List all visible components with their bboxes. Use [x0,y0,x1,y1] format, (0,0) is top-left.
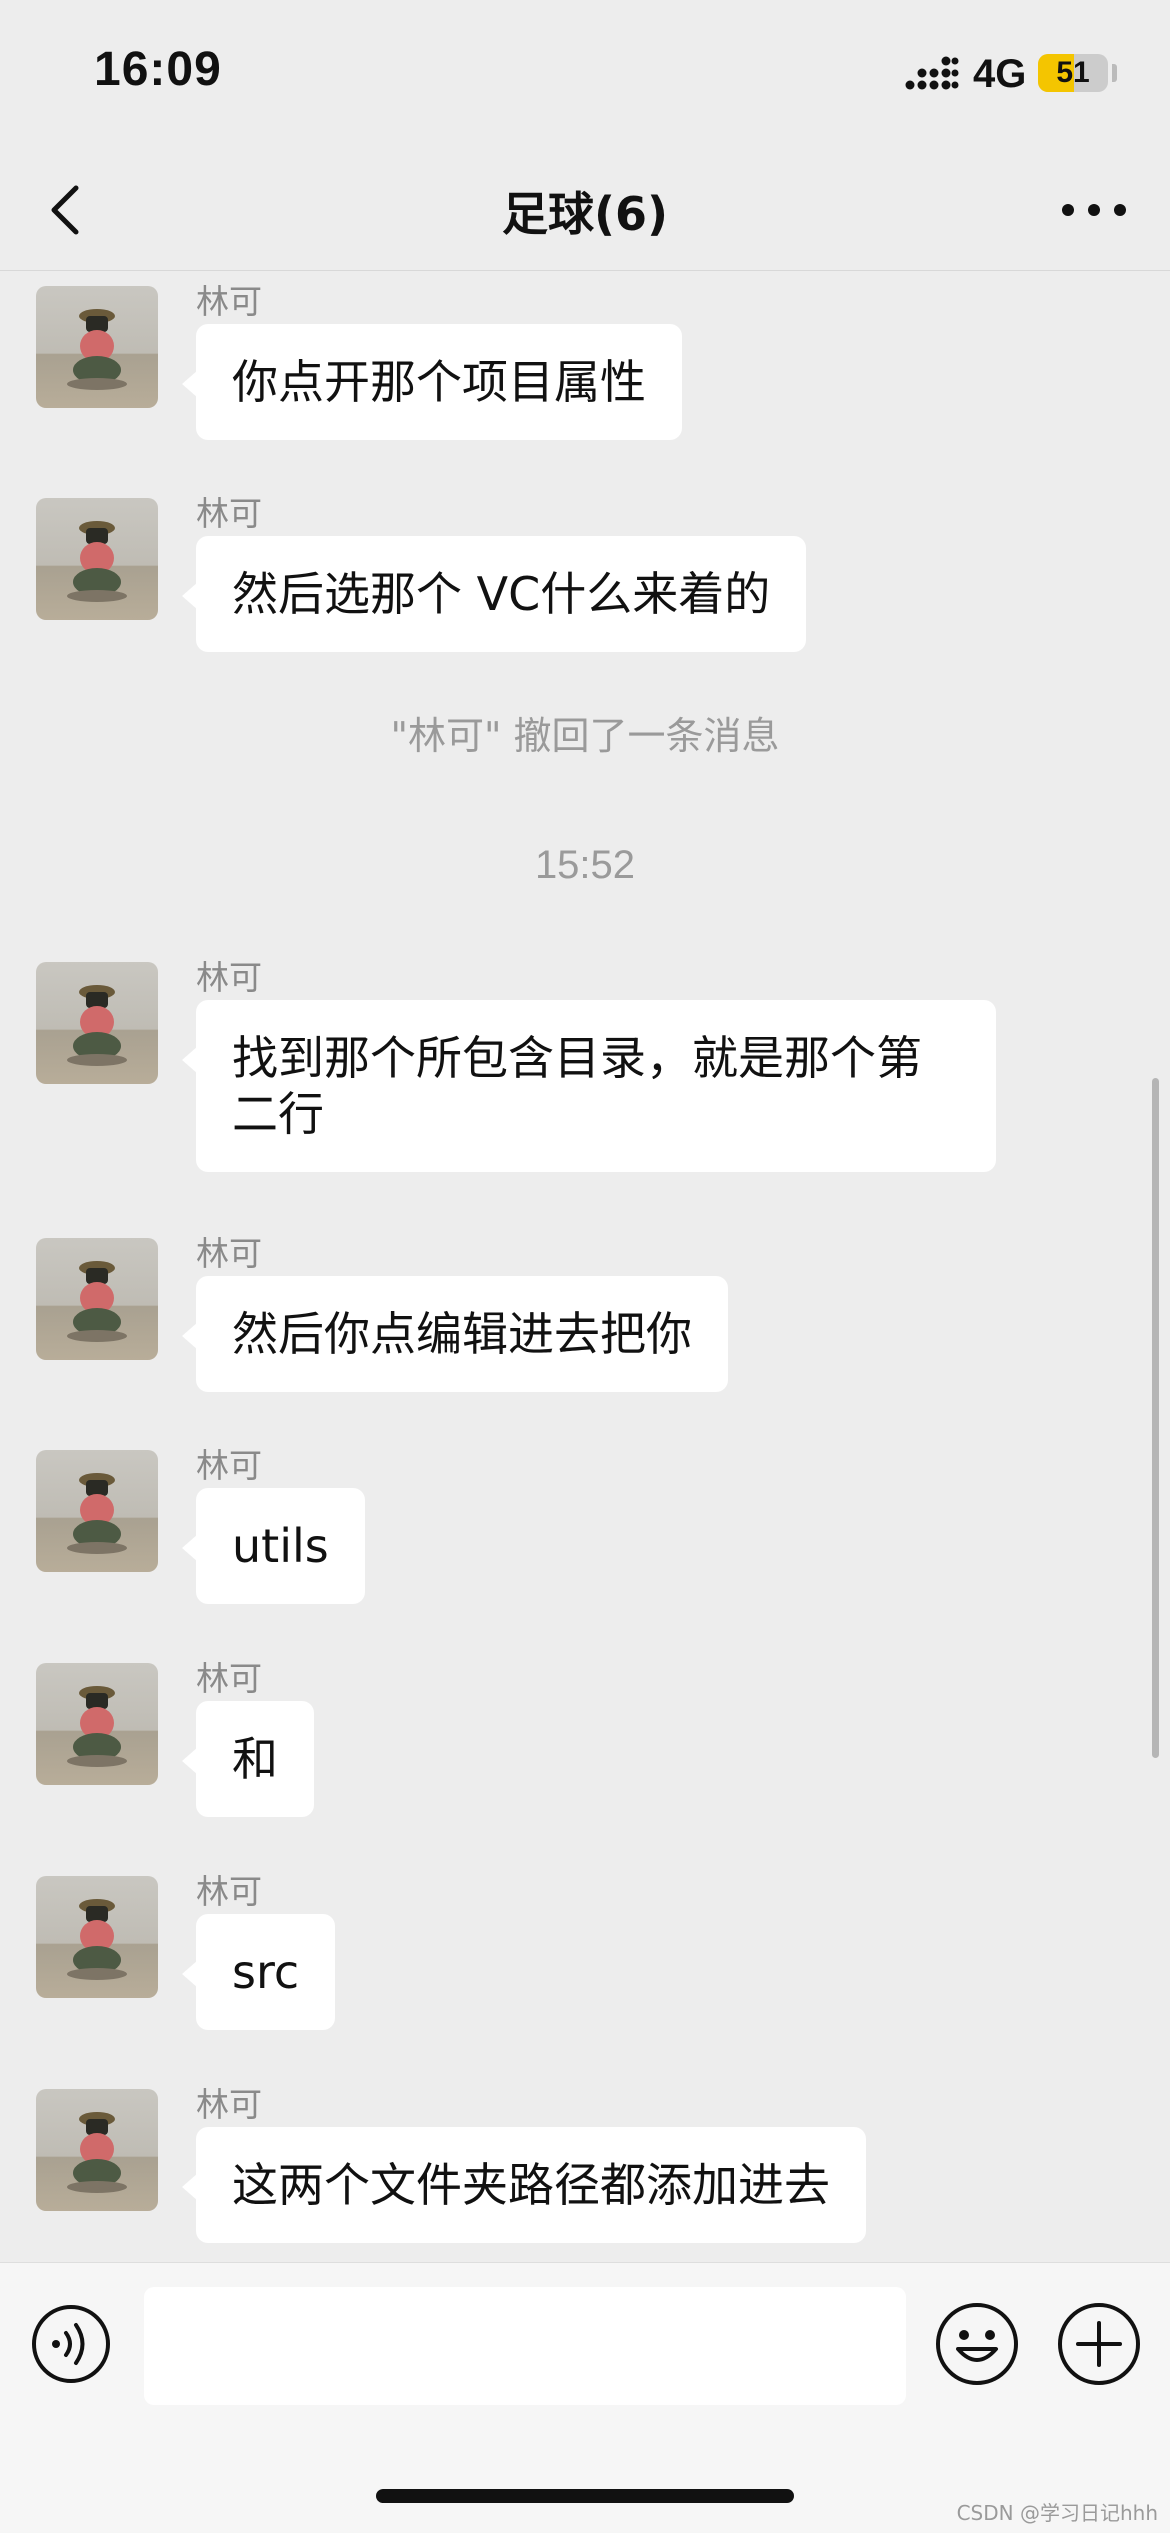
battery-cap [1112,64,1117,82]
voice-button[interactable] [30,2303,112,2385]
network-type: 4G [973,52,1027,96]
avatar-figure-icon [67,309,127,390]
emoji-icon [936,2303,1018,2385]
chat-title: 足球(6) [501,187,669,241]
sender-name: 林可 [196,2085,262,2124]
avatar[interactable] [36,498,158,620]
avatar-figure-icon [67,521,127,602]
message-bubble[interactable]: 找到那个所包含目录，就是那个第二行 [182,1000,996,1172]
avatar-figure-icon [67,1473,127,1554]
avatar-figure-icon [67,1899,127,1980]
sender-name: 林可 [196,1234,262,1273]
avatar-figure-icon [67,1686,127,1767]
avatar[interactable] [36,2089,158,2211]
avatar-figure-icon [67,2112,127,2193]
battery-indicator: 51 [1038,54,1108,92]
message-bubble[interactable]: src [181,1914,336,2030]
sender-name: 林可 [196,1872,262,1911]
signal-icon [905,56,959,90]
timestamp: 15:52 [534,843,636,887]
voice-icon [32,2305,110,2383]
sender-name: 林可 [196,282,262,321]
avatar[interactable] [36,962,158,1084]
message-bubble[interactable]: utils [182,1488,365,1604]
sender-name: 林可 [196,958,262,997]
message-bubble[interactable]: 这两个文件夹路径都添加进去 [182,2127,866,2243]
more-button[interactable] [1054,180,1134,240]
avatar[interactable] [36,1663,158,1785]
message-bubble[interactable]: 和 [182,1701,314,1817]
input-bar: CSDN @学习日记hhh [0,2262,1170,2533]
avatar-figure-icon [67,1261,127,1342]
message-input[interactable] [144,2287,906,2405]
avatar[interactable] [36,286,158,408]
avatar[interactable] [36,1238,158,1360]
recall-notice: "林可" 撤回了一条消息 [390,714,780,758]
battery-percent: 51 [1056,56,1090,89]
emoji-button[interactable] [934,2301,1020,2387]
nav-bar: 足球(6) [0,150,1170,271]
plus-button[interactable] [1056,2301,1142,2387]
sender-name: 林可 [196,1446,262,1485]
watermark: CSDN @学习日记hhh [956,2501,1158,2525]
status-bar: 16:09 4G 51 [0,0,1170,150]
avatar[interactable] [36,1876,158,1998]
avatar[interactable] [36,1450,158,1572]
message-bubble[interactable]: 你点开那个项目属性 [182,324,682,440]
status-time: 16:09 [94,43,222,96]
plus-icon [1058,2303,1140,2385]
avatar-figure-icon [67,985,127,1066]
more-icon [1062,204,1126,216]
message-bubble[interactable]: 然后选那个 VC什么来着的 [181,536,807,652]
scrollbar[interactable] [1152,1078,1159,1758]
sender-name: 林可 [196,494,262,533]
message-list[interactable]: 林可 你点开那个项目属性 林可 然后选那个 VC什么来着的 "林可" 撤回了一条… [0,271,1170,2261]
sender-name: 林可 [196,1659,262,1698]
message-bubble[interactable]: 然后你点编辑进去把你 [182,1276,728,1392]
home-indicator[interactable] [376,2489,794,2503]
